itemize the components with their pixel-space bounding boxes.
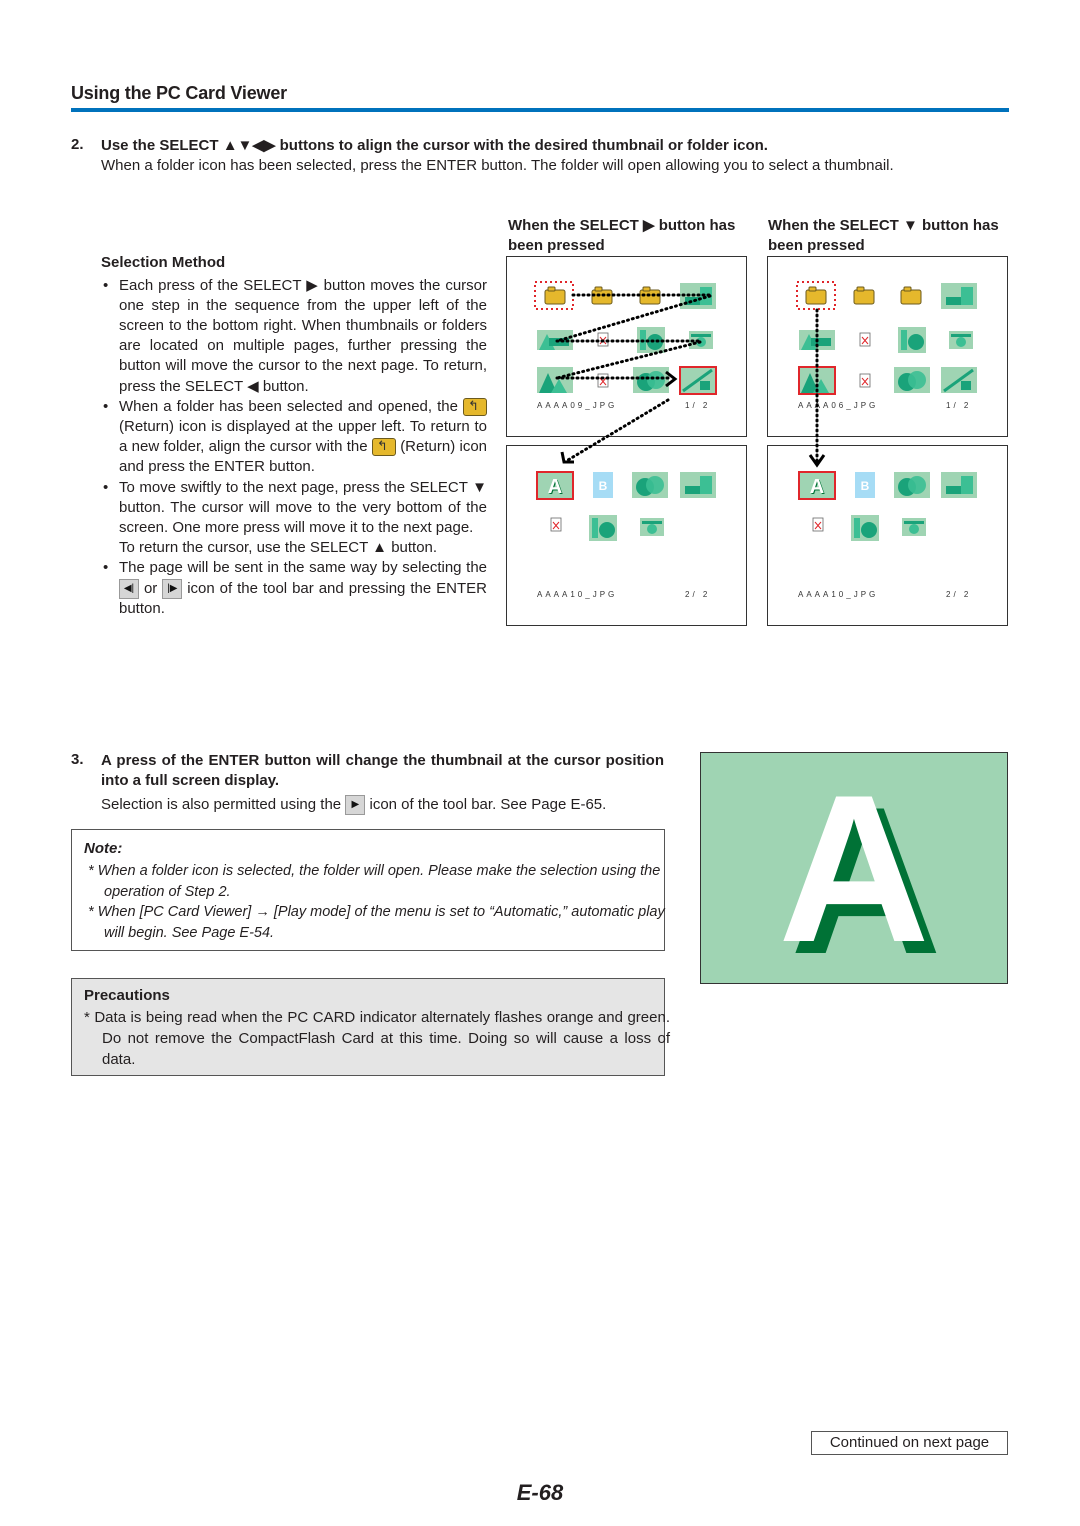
continued-label: Continued on next page — [811, 1431, 1008, 1455]
play-icon: ▶ — [345, 795, 366, 816]
right-page2-thumbs — [536, 471, 716, 541]
letter-a: A — [778, 753, 930, 983]
precautions-title: Precautions — [84, 987, 170, 1004]
full-screen-display: A A — [700, 751, 1008, 998]
step-3-description: Selection is also permitted using the ▶ … — [101, 795, 671, 816]
note-title: Note: — [84, 840, 123, 857]
step-3-text: Selection is also permitted using the — [101, 796, 342, 813]
note-box: Note: * When a folder icon is selected, … — [71, 829, 665, 951]
precautions-item: * Data is being read when the PC CARD in… — [84, 1009, 670, 1068]
page-number: E-68 — [516, 1480, 564, 1505]
precautions-box: Precautions * Data is being read when th… — [71, 978, 670, 1076]
down-page2-thumbs — [798, 471, 977, 541]
down-page1-thumbs — [796, 281, 979, 468]
step-3-number: 3. — [71, 751, 84, 768]
thumbnail-figures: AA B — [534, 281, 979, 541]
step-3-text: icon of the tool bar. See Page E-65. — [369, 796, 607, 813]
note-item: * When a folder icon is selected, the fo… — [88, 863, 661, 900]
right-page1-thumbs — [534, 281, 718, 464]
note-item: * When [PC Card Viewer] → [Play mode] of… — [88, 904, 665, 941]
step-3-title: A press of the ENTER button will change … — [101, 752, 664, 789]
letter-a-graphic: A A — [778, 751, 942, 998]
